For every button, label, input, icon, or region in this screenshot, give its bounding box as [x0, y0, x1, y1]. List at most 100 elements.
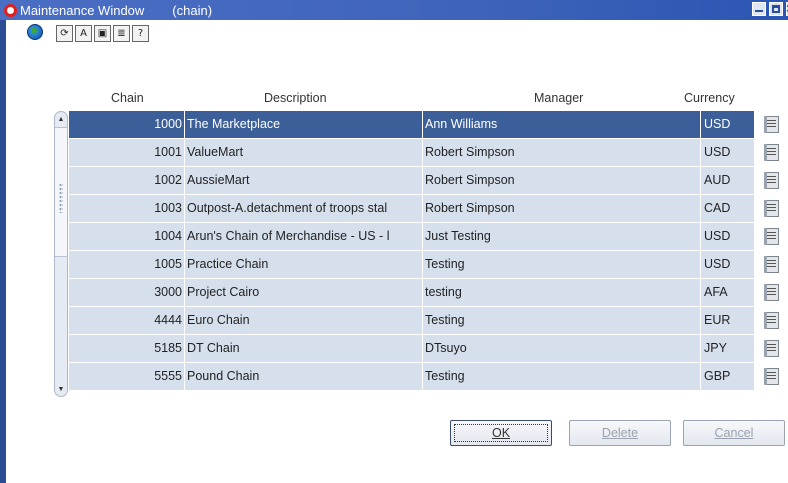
- cell-currency: JPY: [700, 335, 754, 362]
- cell-manager: Testing: [422, 307, 700, 334]
- title-bar: Maintenance Window (chain): [0, 0, 788, 20]
- cell-manager: Ann Williams: [422, 111, 700, 138]
- cell-description: Pound Chain: [184, 363, 422, 390]
- delete-label: Delete: [601, 426, 639, 440]
- table-row[interactable]: 1005 Practice Chain Testing USD: [69, 251, 788, 279]
- cell-chain: 1001: [69, 139, 184, 166]
- cell-chain: 1000: [69, 111, 184, 138]
- cell-currency: GBP: [700, 363, 754, 390]
- minimize-icon[interactable]: [752, 2, 766, 16]
- notes-icon[interactable]: [764, 144, 779, 161]
- row-action: [754, 139, 788, 166]
- cell-currency: USD: [700, 223, 754, 250]
- row-action: [754, 223, 788, 250]
- cell-description: The Marketplace: [184, 111, 422, 138]
- cell-description: Project Cairo: [184, 279, 422, 306]
- header-manager[interactable]: Manager: [534, 91, 583, 105]
- header-chain[interactable]: Chain: [111, 91, 144, 105]
- app-icon: [4, 3, 17, 17]
- cell-chain: 3000: [69, 279, 184, 306]
- notes-icon[interactable]: [764, 200, 779, 217]
- cell-description: Euro Chain: [184, 307, 422, 334]
- row-action: [754, 195, 788, 222]
- cell-manager: testing: [422, 279, 700, 306]
- cell-manager: Robert Simpson: [422, 195, 700, 222]
- scroll-down-icon[interactable]: ▼: [55, 382, 67, 396]
- cell-description: Arun's Chain of Merchandise - US - l: [184, 223, 422, 250]
- header-currency[interactable]: Currency: [684, 91, 735, 105]
- table-header: Chain Description Manager Currency: [49, 83, 788, 111]
- vertical-scrollbar[interactable]: ▲ ▼: [54, 111, 68, 397]
- maximize-icon[interactable]: [769, 2, 783, 16]
- row-action: [754, 307, 788, 334]
- notes-icon[interactable]: [764, 256, 779, 273]
- cell-description: ValueMart: [184, 139, 422, 166]
- cell-description: DT Chain: [184, 335, 422, 362]
- ok-button[interactable]: OK: [450, 420, 552, 446]
- notes-icon[interactable]: [764, 228, 779, 245]
- window-subtitle: (chain): [172, 2, 213, 18]
- table-row[interactable]: 5185 DT Chain DTsuyo JPY: [69, 335, 788, 363]
- notes-icon[interactable]: [764, 284, 779, 301]
- refresh-icon[interactable]: ⟳: [56, 24, 73, 42]
- table-row[interactable]: 5555 Pound Chain Testing GBP: [69, 363, 788, 391]
- cell-chain: 1005: [69, 251, 184, 278]
- cell-manager: Testing: [422, 251, 700, 278]
- delete-button[interactable]: Delete: [569, 420, 671, 446]
- table-row[interactable]: 4444 Euro Chain Testing EUR: [69, 307, 788, 335]
- table-row[interactable]: 1002 AussieMart Robert Simpson AUD: [69, 167, 788, 195]
- cell-manager: DTsuyo: [422, 335, 700, 362]
- row-action: [754, 279, 788, 306]
- table-row[interactable]: 1004 Arun's Chain of Merchandise - US - …: [69, 223, 788, 251]
- scroll-up-icon[interactable]: ▲: [55, 112, 67, 126]
- notes-icon[interactable]: ≣: [113, 24, 130, 42]
- cancel-button[interactable]: Cancel: [683, 420, 785, 446]
- cell-currency: AUD: [700, 167, 754, 194]
- find-icon[interactable]: A: [75, 24, 92, 42]
- cell-currency: USD: [700, 251, 754, 278]
- maintenance-window: Maintenance Window (chain) ⟳ A ▣ ≣ ? Cha…: [0, 0, 788, 483]
- scroll-thumb[interactable]: [55, 127, 67, 257]
- cell-description: Practice Chain: [184, 251, 422, 278]
- cell-chain: 1003: [69, 195, 184, 222]
- table-row[interactable]: 1001 ValueMart Robert Simpson USD: [69, 139, 788, 167]
- row-action: [754, 335, 788, 362]
- table-row[interactable]: 3000 Project Cairo testing AFA: [69, 279, 788, 307]
- cancel-label: Cancel: [714, 426, 754, 440]
- cell-chain: 5555: [69, 363, 184, 390]
- notes-icon[interactable]: [764, 116, 779, 133]
- notes-icon[interactable]: [764, 340, 779, 357]
- cell-manager: Robert Simpson: [422, 139, 700, 166]
- focus-ring: [454, 424, 548, 442]
- notes-icon[interactable]: [764, 368, 779, 385]
- notes-icon[interactable]: [764, 172, 779, 189]
- header-description[interactable]: Description: [264, 91, 327, 105]
- cell-currency: EUR: [700, 307, 754, 334]
- cell-manager: Robert Simpson: [422, 167, 700, 194]
- cell-currency: USD: [700, 111, 754, 138]
- chain-table: Chain Description Manager Currency ▲ ▼ 1…: [49, 83, 788, 408]
- button-bar: OK Delete Cancel: [6, 420, 788, 448]
- cell-manager: Just Testing: [422, 223, 700, 250]
- notes-icon[interactable]: [764, 312, 779, 329]
- cell-chain: 1002: [69, 167, 184, 194]
- table-row[interactable]: 1000 The Marketplace Ann Williams USD: [69, 111, 788, 139]
- row-action: [754, 111, 788, 138]
- grip-icon: [59, 183, 63, 213]
- cell-chain: 5185: [69, 335, 184, 362]
- globe-icon[interactable]: [27, 24, 43, 40]
- row-action: [754, 363, 788, 390]
- window-title: Maintenance Window: [20, 2, 145, 18]
- cell-description: AussieMart: [184, 167, 422, 194]
- cell-description: Outpost-A.detachment of troops stal: [184, 195, 422, 222]
- cell-chain: 4444: [69, 307, 184, 334]
- table-row[interactable]: 1003 Outpost-A.detachment of troops stal…: [69, 195, 788, 223]
- help-icon[interactable]: ?: [132, 24, 149, 42]
- cell-manager: Testing: [422, 363, 700, 390]
- cell-currency: AFA: [700, 279, 754, 306]
- row-action: [754, 167, 788, 194]
- window-controls: [752, 0, 788, 16]
- cell-currency: CAD: [700, 195, 754, 222]
- view-icon[interactable]: ▣: [94, 24, 111, 42]
- toolbar: ⟳ A ▣ ≣ ?: [56, 23, 149, 43]
